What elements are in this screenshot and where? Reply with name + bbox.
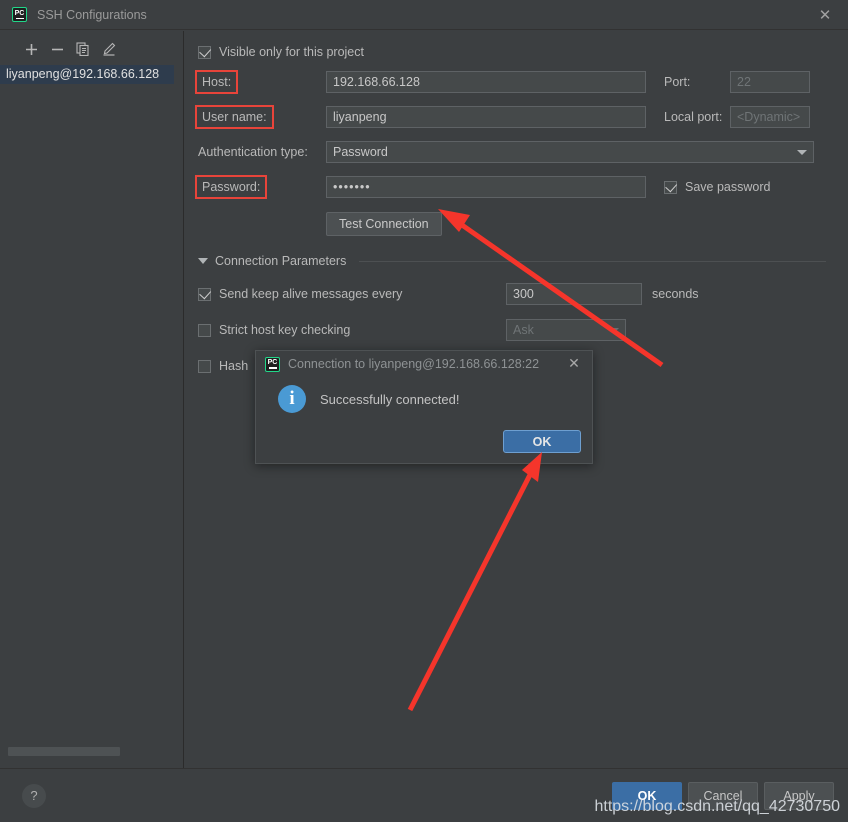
hash-checkbox[interactable] <box>198 360 211 373</box>
host-label-wrap: Host: <box>198 73 326 91</box>
keep-alive-label: Send keep alive messages every <box>219 287 402 301</box>
auth-type-label: Authentication type: <box>198 145 326 159</box>
strict-host-left: Strict host key checking <box>198 323 506 337</box>
modal-message: Successfully connected! <box>320 392 459 407</box>
local-port-label: Local port: <box>664 110 738 124</box>
pycharm-logo-bar <box>16 18 24 20</box>
page-title: SSH Configurations <box>37 8 147 22</box>
strict-host-checkbox[interactable] <box>198 324 211 337</box>
section-divider <box>359 261 826 262</box>
host-row: Host: Port: <box>198 70 826 94</box>
strict-host-value: Ask <box>513 320 534 340</box>
strict-host-label: Strict host key checking <box>219 323 350 337</box>
username-row: User name: Local port: <box>198 105 826 129</box>
modal-title: Connection to liyanpeng@192.168.66.128:2… <box>288 357 539 371</box>
host-label: Host: <box>198 73 235 91</box>
hash-label: Hash <box>219 359 248 373</box>
visible-only-checkbox[interactable] <box>198 46 211 59</box>
modal-title-bar: PC Connection to liyanpeng@192.168.66.12… <box>256 351 592 377</box>
test-connection-button[interactable]: Test Connection <box>326 212 442 236</box>
sidebar-horizontal-scrollbar[interactable] <box>8 747 173 756</box>
watermark-text: https://blog.csdn.net/qq_42730750 <box>594 798 840 816</box>
password-row: Password: Save password <box>198 175 826 199</box>
keep-alive-input[interactable] <box>506 283 642 305</box>
remove-icon-svg <box>51 43 64 56</box>
modal-logo-text: PC <box>268 359 278 366</box>
username-label-wrap: User name: <box>198 108 326 126</box>
keep-alive-row: Send keep alive messages every seconds <box>198 282 826 306</box>
local-port-input[interactable] <box>730 106 810 128</box>
visible-only-row: Visible only for this project <box>198 45 826 59</box>
auth-type-row: Authentication type: Password <box>198 140 826 164</box>
visible-only-label: Visible only for this project <box>219 45 364 59</box>
connection-result-dialog: PC Connection to liyanpeng@192.168.66.12… <box>255 350 593 464</box>
chevron-down-icon <box>797 150 807 155</box>
connection-parameters-title: Connection Parameters <box>215 254 346 268</box>
auth-type-value: Password <box>333 142 388 162</box>
modal-pycharm-logo-icon: PC <box>265 357 280 372</box>
save-password-row: Save password <box>664 180 770 194</box>
sidebar-toolbar <box>0 31 183 64</box>
keep-alive-left: Send keep alive messages every <box>198 287 506 301</box>
modal-logo-bar <box>269 367 277 369</box>
pycharm-logo-text: PC <box>15 10 25 17</box>
connection-parameters-header[interactable]: Connection Parameters <box>198 254 826 268</box>
username-input[interactable] <box>326 106 646 128</box>
add-icon-svg <box>25 43 38 56</box>
password-input[interactable] <box>326 176 646 198</box>
test-connection-row: Test Connection <box>198 212 826 236</box>
modal-body: i Successfully connected! <box>256 377 592 413</box>
edit-icon[interactable] <box>100 40 118 58</box>
host-input[interactable] <box>326 71 646 93</box>
copy-icon[interactable] <box>74 40 92 58</box>
password-label-wrap: Password: <box>198 178 326 196</box>
username-label: User name: <box>198 108 271 126</box>
port-label: Port: <box>664 75 738 89</box>
password-label: Password: <box>198 178 264 196</box>
pycharm-logo-icon: PC <box>12 7 27 22</box>
help-icon[interactable]: ? <box>22 784 46 808</box>
scrollbar-thumb[interactable] <box>8 747 120 756</box>
save-password-label: Save password <box>685 180 770 194</box>
keep-alive-checkbox[interactable] <box>198 288 211 301</box>
window-title-bar: PC SSH Configurations ✕ <box>0 0 848 30</box>
auth-type-select[interactable]: Password <box>326 141 814 163</box>
save-password-checkbox[interactable] <box>664 181 677 194</box>
configurations-sidebar: liyanpeng@192.168.66.128 <box>0 31 184 768</box>
copy-icon-svg <box>76 42 90 56</box>
modal-close-icon[interactable]: ✕ <box>566 355 582 371</box>
strict-host-select[interactable]: Ask <box>506 319 626 341</box>
strict-host-row: Strict host key checking Ask <box>198 318 826 342</box>
list-item[interactable]: liyanpeng@192.168.66.128 <box>0 65 174 84</box>
configurations-list: liyanpeng@192.168.66.128 <box>0 64 183 84</box>
edit-icon-svg <box>102 42 116 56</box>
modal-ok-button[interactable]: OK <box>503 430 581 453</box>
close-icon[interactable]: ✕ <box>816 7 834 25</box>
add-icon[interactable] <box>22 40 40 58</box>
collapse-triangle-icon[interactable] <box>198 258 208 264</box>
info-icon: i <box>278 385 306 413</box>
chevron-down-icon <box>609 328 619 333</box>
port-input[interactable] <box>730 71 810 93</box>
remove-icon[interactable] <box>48 40 66 58</box>
keep-alive-unit-label: seconds <box>652 287 699 301</box>
